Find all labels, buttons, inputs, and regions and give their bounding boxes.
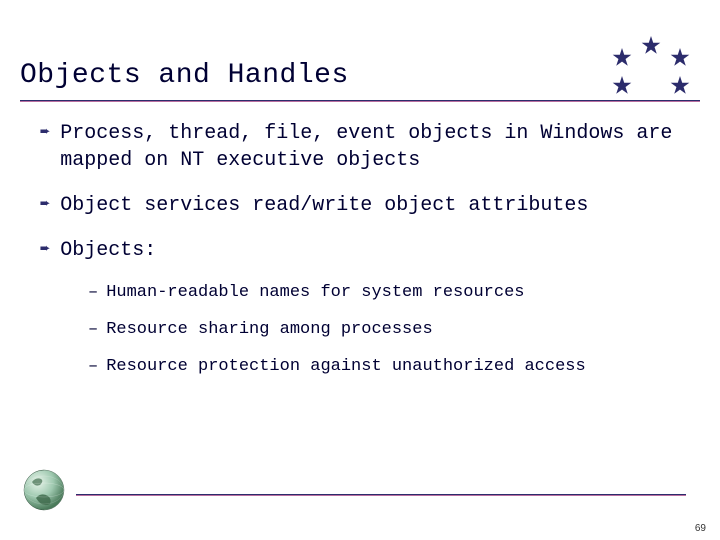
bullet-item: ➨ Objects: xyxy=(40,237,690,264)
bullet-text: Object services read/write object attrib… xyxy=(60,192,690,219)
bullet-arrow-icon: ➨ xyxy=(40,123,50,146)
sub-dash-icon: – xyxy=(88,282,98,305)
footer-underline xyxy=(76,494,686,496)
sub-dash-icon: – xyxy=(88,356,98,379)
bullet-text: Process, thread, file, event objects in … xyxy=(60,120,690,174)
sub-item: – Resource sharing among processes xyxy=(88,319,690,342)
content-area: ➨ Process, thread, file, event objects i… xyxy=(40,120,690,393)
bullet-item: ➨ Object services read/write object attr… xyxy=(40,192,690,219)
slide-title: Objects and Handles xyxy=(20,60,349,91)
sub-text: Resource sharing among processes xyxy=(106,319,432,342)
bullet-arrow-icon: ➨ xyxy=(40,240,50,263)
sub-list: – Human-readable names for system resour… xyxy=(88,282,690,379)
sub-text: Human-readable names for system resource… xyxy=(106,282,524,305)
stars-logo xyxy=(606,34,696,104)
slide: Objects and Handles ➨ Process, thread, f… xyxy=(0,0,720,540)
title-underline xyxy=(20,100,700,102)
bullet-text: Objects: xyxy=(60,237,690,264)
sub-text: Resource protection against unauthorized… xyxy=(106,356,585,379)
sub-item: – Resource protection against unauthoriz… xyxy=(88,356,690,379)
bullet-item: ➨ Process, thread, file, event objects i… xyxy=(40,120,690,174)
bullet-arrow-icon: ➨ xyxy=(40,195,50,218)
sub-item: – Human-readable names for system resour… xyxy=(88,282,690,305)
page-number: 69 xyxy=(695,523,706,534)
sub-dash-icon: – xyxy=(88,319,98,342)
globe-icon xyxy=(22,468,66,512)
